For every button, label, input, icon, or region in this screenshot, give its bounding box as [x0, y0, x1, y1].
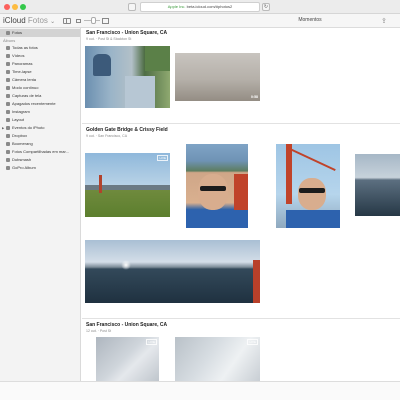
sidebar-item-label: Todas as fotos	[12, 45, 38, 50]
sidebar-item-screenshots[interactable]: Capturas de tela	[0, 92, 80, 100]
address-bar[interactable]: Apple Inc. beta.icloud.com/#photos2	[140, 2, 260, 12]
sidebar-item-label: Eventos do iPhoto	[12, 125, 45, 130]
browser-titlebar: Apple Inc. beta.icloud.com/#photos2 ↻	[0, 0, 400, 14]
sidebar-item-fotos[interactable]: Fotos	[0, 29, 80, 37]
close-window-button[interactable]	[4, 4, 10, 10]
sidebar-item-label: Dropbox	[12, 133, 28, 138]
app-toolbar: iCloud Fotos ⌄ Momentos ⇪	[0, 14, 400, 28]
app-name: Fotos	[27, 16, 48, 25]
sidebar-item-label: Fotos	[12, 30, 23, 35]
burst-icon	[6, 86, 10, 90]
video-duration: 0:58	[250, 95, 258, 99]
photo-thumbnail[interactable]	[355, 154, 400, 216]
reload-icon[interactable]: ↻	[262, 3, 270, 11]
sidebar-item-videos[interactable]: Vídeos	[0, 52, 80, 60]
sidebar-item-layout[interactable]: Layout	[0, 116, 80, 124]
url-certificate-owner: Apple Inc.	[167, 4, 186, 9]
sidebar-item-burst[interactable]: Modo contínuo	[0, 84, 80, 92]
album-icon	[6, 166, 10, 170]
sidebar-item-label: Dubsmash	[12, 157, 32, 162]
live-photo-badge: LIVE	[146, 339, 157, 345]
moments-grid: San Francisco - Union Square, CA 9 out. …	[82, 28, 400, 381]
video-thumbnail[interactable]: 0:58	[175, 53, 260, 101]
photo-thumbnail[interactable]	[85, 46, 170, 108]
sidebar-item-dubsmash[interactable]: Dubsmash	[0, 156, 80, 164]
photo-thumbnail[interactable]	[186, 144, 248, 228]
fullscreen-window-button[interactable]	[20, 4, 26, 10]
moment-title: San Francisco - Union Square, CA	[86, 322, 168, 328]
album-icon	[6, 142, 10, 146]
sidebar-item-label: GoPro Album	[12, 165, 36, 170]
sidebar-item-label: Time-lapse	[12, 69, 32, 74]
sidebar-item-label: Layout	[12, 117, 25, 122]
app-brand[interactable]: iCloud Fotos ⌄	[3, 15, 55, 28]
moment-subtitle: 9 out. · Post St & Stockton St	[86, 37, 132, 41]
sidebar-item-label: Fotos Compartilhadas em mar...	[12, 149, 69, 154]
sidebar-item-slow-motion[interactable]: Câmera lenta	[0, 76, 80, 84]
photo-thumbnail[interactable]: LIVE	[96, 337, 159, 381]
section-divider	[82, 318, 400, 319]
disclosure-triangle-icon[interactable]: ▶	[2, 124, 4, 132]
sidebar-item-label: Boomerang	[12, 141, 33, 146]
moment-subtitle: 12 out. · Post St	[86, 329, 112, 333]
album-icon	[6, 118, 10, 122]
moment-title: San Francisco - Union Square, CA	[86, 30, 168, 36]
sidebar-item-gopro-album[interactable]: GoPro Album	[0, 164, 80, 172]
videos-icon	[6, 54, 10, 58]
photo-thumbnail[interactable]	[276, 144, 340, 228]
photo-thumbnail[interactable]: LIVE	[175, 337, 260, 381]
sidebar-item-dropbox[interactable]: Dropbox	[0, 132, 80, 140]
sidebar-toggle-icon[interactable]	[63, 18, 71, 24]
page-background	[0, 382, 400, 400]
browser-window: Apple Inc. beta.icloud.com/#photos2 ↻ iC…	[0, 0, 400, 382]
upload-icon[interactable]: ⇪	[381, 18, 388, 25]
minimize-window-button[interactable]	[12, 4, 18, 10]
zoom-out-icon[interactable]	[76, 19, 81, 23]
photo-thumbnail[interactable]: LIVE	[85, 153, 170, 217]
zoom-slider-knob[interactable]	[91, 17, 96, 24]
sidebar-item-boomerang[interactable]: Boomerang	[0, 140, 80, 148]
sidebar-item-timelapse[interactable]: Time-lapse	[0, 68, 80, 76]
page-title: Momentos	[298, 17, 322, 23]
sidebar-item-label: Panoramas	[12, 61, 33, 66]
sidebar: Fotos Álbuns Todas as fotos Vídeos Panor…	[0, 28, 81, 381]
sidebar-item-all-photos[interactable]: Todas as fotos	[0, 44, 80, 52]
sidebar-item-label: Câmera lenta	[12, 77, 37, 82]
live-photo-badge: LIVE	[247, 339, 258, 345]
zoom-in-icon[interactable]	[102, 18, 109, 24]
shield-icon[interactable]	[128, 3, 136, 11]
sidebar-item-instagram[interactable]: Instagram	[0, 108, 80, 116]
album-icon	[6, 158, 10, 162]
slow-motion-icon	[6, 78, 10, 82]
sidebar-item-label: Apagados recentemente	[12, 101, 56, 106]
chevron-down-icon: ⌄	[50, 19, 56, 25]
timelapse-icon	[6, 70, 10, 74]
live-photo-badge: LIVE	[157, 155, 168, 161]
screenshots-icon	[6, 94, 10, 98]
sidebar-item-label: Modo contínuo	[12, 85, 39, 90]
icloud-logo-text: iCloud	[3, 16, 26, 25]
album-icon	[6, 150, 10, 154]
sidebar-item-label: Capturas de tela	[12, 93, 42, 98]
folder-icon	[6, 126, 10, 130]
sidebar-item-shared-photos[interactable]: Fotos Compartilhadas em mar...	[0, 148, 80, 156]
panorama-thumbnail[interactable]	[85, 240, 260, 303]
sidebar-item-panoramas[interactable]: Panoramas	[0, 60, 80, 68]
url-text: beta.icloud.com/#photos2	[186, 4, 233, 9]
moment-subtitle: 9 out. · San Francisco, CA	[86, 134, 128, 138]
sidebar-item-label: Instagram	[12, 109, 30, 114]
album-icon	[6, 110, 10, 114]
all-photos-icon	[6, 46, 10, 50]
moment-title: Golden Gate Bridge & Crissy Field	[86, 127, 168, 133]
trash-icon	[6, 102, 10, 106]
panoramas-icon	[6, 62, 10, 66]
photos-icon	[6, 31, 10, 35]
sidebar-item-label: Vídeos	[12, 53, 25, 58]
sidebar-item-recently-deleted[interactable]: Apagados recentemente	[0, 100, 80, 108]
section-divider	[82, 123, 400, 124]
sidebar-item-iphoto-events[interactable]: ▶ Eventos do iPhoto	[0, 124, 80, 132]
album-icon	[6, 134, 10, 138]
